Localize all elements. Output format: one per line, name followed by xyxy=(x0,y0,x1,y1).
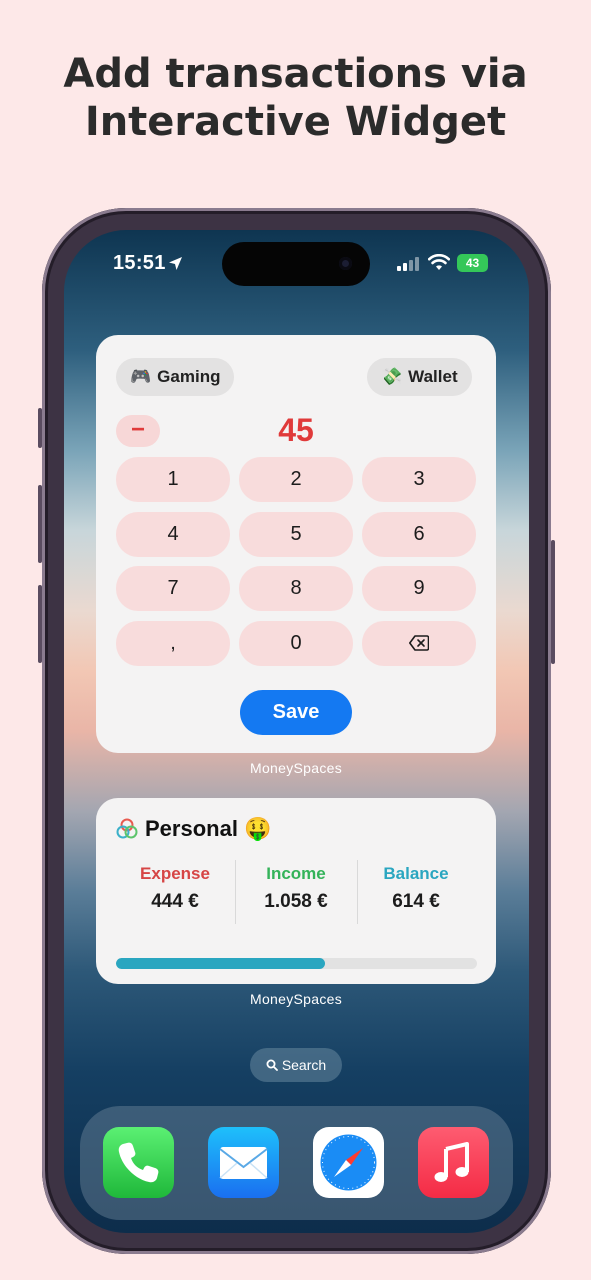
key-8[interactable]: 8 xyxy=(239,566,353,611)
category-picker[interactable]: 🎮 Gaming xyxy=(116,358,235,396)
volume-up-button xyxy=(38,485,42,563)
backspace-icon xyxy=(409,635,430,651)
income-value: 1.058 € xyxy=(264,891,328,912)
budget-progress-fill xyxy=(116,958,326,969)
key-0[interactable]: 0 xyxy=(239,621,353,666)
account-picker[interactable]: 💸 Wallet xyxy=(367,358,472,396)
key-9[interactable]: 9 xyxy=(362,566,476,611)
account-label: Wallet xyxy=(408,367,458,386)
space-name: Personal xyxy=(145,816,238,841)
stat-divider xyxy=(235,860,236,924)
key-2[interactable]: 2 xyxy=(239,457,353,502)
account-emoji-icon: 💸 xyxy=(381,367,403,387)
sign-toggle-button[interactable]: − xyxy=(116,415,160,447)
budget-progress-bar xyxy=(116,958,477,969)
space-rings-icon xyxy=(116,818,138,839)
key-4[interactable]: 4 xyxy=(116,512,230,557)
safari-app-icon[interactable] xyxy=(313,1127,384,1198)
status-time: 15:51 xyxy=(113,252,166,274)
phone-app-icon[interactable] xyxy=(103,1127,174,1198)
battery-level: 43 xyxy=(465,256,480,270)
search-label: Search xyxy=(281,1057,327,1073)
amount-display: 45 xyxy=(278,412,314,448)
expense-label: Expense xyxy=(140,864,210,883)
widget-app-label: MoneySpaces xyxy=(249,760,343,776)
power-button xyxy=(551,540,555,664)
key-decimal-comma[interactable]: , xyxy=(116,621,230,666)
key-3[interactable]: 3 xyxy=(362,457,476,502)
balance-label: Balance xyxy=(383,864,449,883)
headline: Add transactions via Interactive Widget xyxy=(0,50,591,146)
expense-value: 444 € xyxy=(151,891,199,912)
headline-line-2: Interactive Widget xyxy=(84,99,507,145)
income-label: Income xyxy=(266,864,326,883)
save-button[interactable]: Save xyxy=(240,690,352,735)
volume-down-button xyxy=(38,585,42,663)
dynamic-island xyxy=(222,242,370,286)
category-emoji-icon: 🎮 xyxy=(130,367,152,387)
spotlight-search-button[interactable]: Search xyxy=(250,1048,342,1082)
music-app-icon[interactable] xyxy=(418,1127,489,1198)
space-emoji-icon: 🤑 xyxy=(244,817,272,842)
action-button xyxy=(38,408,42,448)
battery-indicator: 43 xyxy=(457,254,488,272)
key-1[interactable]: 1 xyxy=(116,457,230,502)
cellular-signal-icon xyxy=(397,257,419,271)
front-camera xyxy=(339,257,352,270)
balance-value: 614 € xyxy=(392,891,440,912)
key-backspace[interactable] xyxy=(362,621,476,666)
key-6[interactable]: 6 xyxy=(362,512,476,557)
mail-app-icon[interactable] xyxy=(208,1127,279,1198)
category-label: Gaming xyxy=(157,367,221,386)
key-5[interactable]: 5 xyxy=(239,512,353,557)
location-arrow-icon xyxy=(169,257,182,270)
search-icon xyxy=(266,1059,278,1071)
space-title: Personal 🤑 xyxy=(145,816,277,842)
widget-app-label: MoneySpaces xyxy=(249,991,343,1007)
wifi-icon xyxy=(428,254,450,270)
key-7[interactable]: 7 xyxy=(116,566,230,611)
headline-line-1: Add transactions via xyxy=(63,51,528,97)
